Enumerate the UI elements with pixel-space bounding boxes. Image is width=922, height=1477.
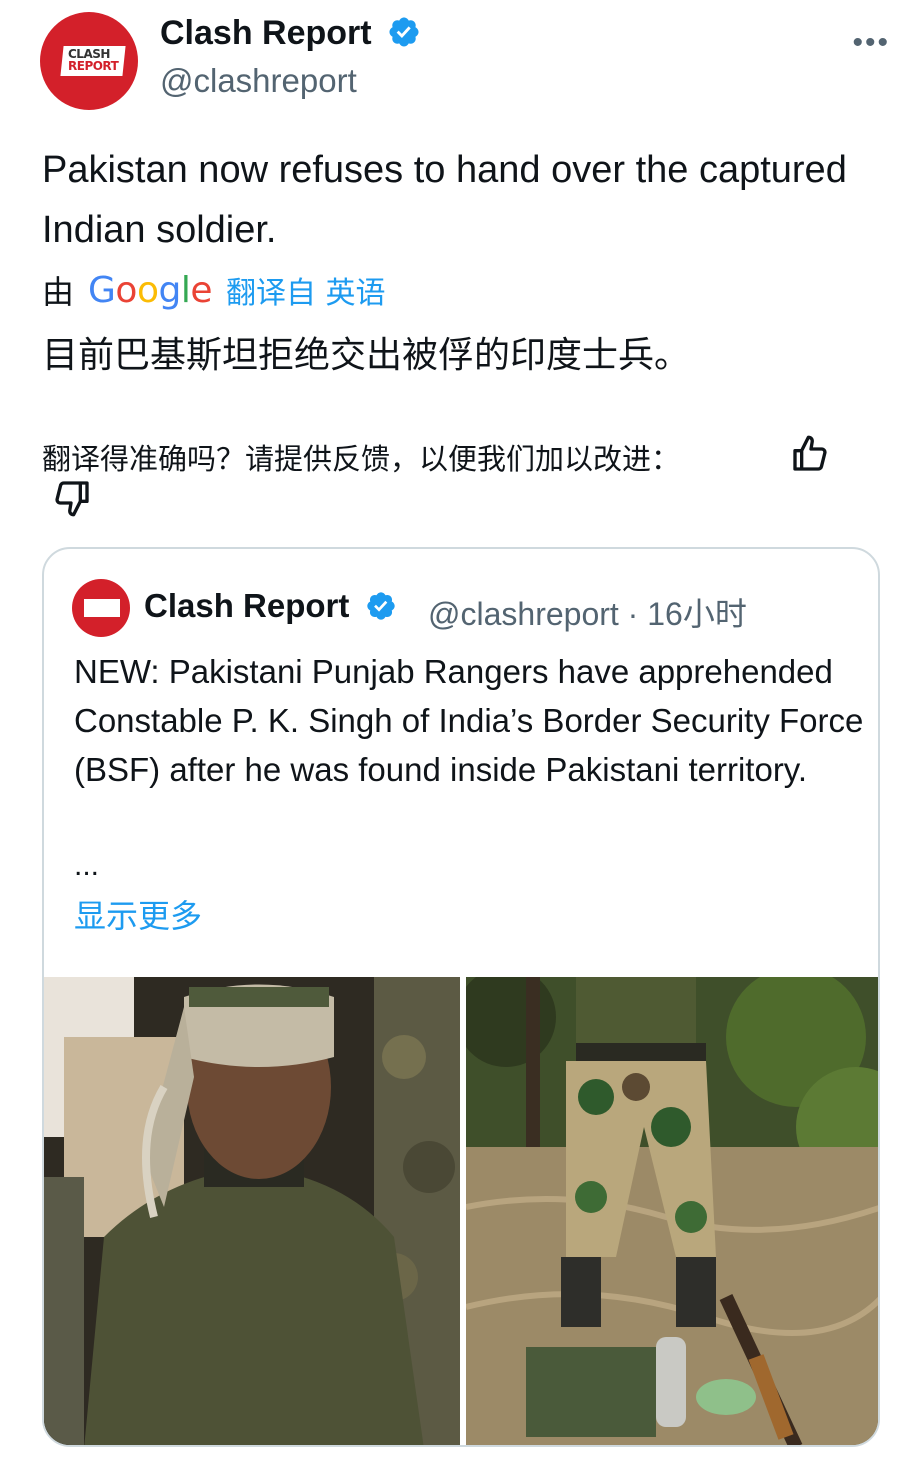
google-letter: G	[88, 269, 116, 311]
translated-from-link[interactable]: 翻译自 英语	[226, 268, 386, 312]
author-handle[interactable]: @clashreport	[160, 62, 357, 100]
photo-seized-items-illustration	[466, 977, 878, 1445]
translation-attribution: 由 Google 翻译自 英语	[42, 268, 386, 312]
translated-by-label: 由	[42, 273, 75, 311]
google-letter: o	[136, 269, 159, 311]
avatar-logo-text-bottom: REPORT	[68, 59, 119, 73]
quoted-tweet-card[interactable]: Clash Report @clashreport · 16小时 NEW: Pa…	[42, 547, 880, 1447]
photo-seized-items[interactable]	[466, 977, 878, 1445]
more-horizontal-icon[interactable]: •••	[852, 26, 890, 60]
quoted-author-name[interactable]: Clash Report	[144, 587, 349, 624]
quoted-tweet-text: NEW: Pakistani Punjab Rangers have appre…	[74, 653, 864, 788]
quoted-handle-time[interactable]: @clashreport · 16小时	[428, 589, 747, 635]
show-more-link[interactable]: 显示更多	[74, 891, 202, 937]
quoted-ellipsis: ...	[74, 849, 100, 882]
avatar-logo-plate	[84, 599, 120, 617]
photo-detained-soldier[interactable]	[44, 977, 460, 1445]
thumb-up-icon[interactable]	[790, 434, 830, 474]
thumb-down-icon[interactable]	[52, 478, 92, 518]
translation-feedback-prompt: 翻译得准确吗？请提供反馈，以便我们加以改进：	[42, 442, 681, 476]
verified-badge-icon	[389, 17, 419, 47]
author-avatar[interactable]: CLASH REPORT	[40, 12, 138, 110]
translated-text: 目前巴基斯坦拒绝交出被俘的印度士兵。	[42, 335, 691, 376]
google-letter: l	[180, 269, 191, 311]
google-letter: g	[158, 269, 181, 311]
google-logo[interactable]: Google	[88, 270, 212, 311]
google-letter: o	[115, 269, 137, 311]
tweet-text: Pakistan now refuses to hand over the ca…	[42, 149, 847, 251]
quoted-author-name-row[interactable]: Clash Report	[144, 587, 397, 625]
tweet-header: CLASH REPORT Clash Report @clashreport •…	[40, 8, 890, 110]
photo-detained-soldier-illustration	[44, 977, 460, 1445]
author-name-row[interactable]: Clash Report	[160, 14, 421, 53]
google-letter: e	[190, 269, 213, 311]
author-name[interactable]: Clash Report	[160, 14, 372, 52]
verified-badge-icon	[366, 592, 395, 620]
quoted-author-avatar[interactable]	[72, 579, 130, 637]
